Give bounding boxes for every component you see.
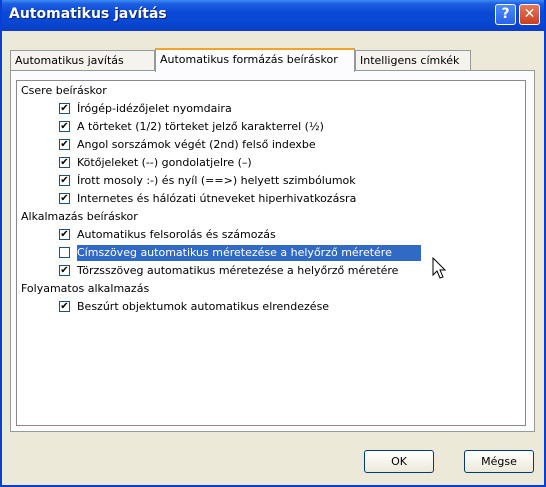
option-autofit-title[interactable]: Címszöveg automatikus méretezése a helyő…: [59, 245, 477, 261]
checkbox[interactable]: [59, 103, 70, 114]
mouse-pointer-icon: [432, 257, 447, 279]
checkbox[interactable]: [59, 247, 70, 258]
ok-button[interactable]: OK: [364, 450, 434, 473]
option-symbols[interactable]: Írott mosoly :-) és nyíl (==>) helyett s…: [59, 173, 477, 189]
checkbox[interactable]: [59, 139, 70, 150]
dialog-window: Automatikus javítás ? ✕ Automatikus javí…: [0, 0, 546, 487]
option-auto-layout-objects[interactable]: Beszúrt objektumok automatikus elrendezé…: [59, 299, 477, 315]
close-button[interactable]: ✕: [519, 4, 540, 25]
option-label: Angol sorszámok végét (2nd) felső indexb…: [77, 138, 316, 151]
group-label-apply: Alkalmazás beíráskor: [21, 210, 138, 223]
option-label: Beszúrt objektumok automatikus elrendezé…: [77, 300, 330, 313]
option-label: Írott mosoly :-) és nyíl (==>) helyett s…: [77, 174, 356, 187]
options-list: Csere beíráskor Írógép-idézőjelet nyomda…: [16, 80, 526, 426]
checkbox[interactable]: [59, 229, 70, 240]
checkbox[interactable]: [59, 175, 70, 186]
checkbox[interactable]: [59, 121, 70, 132]
checkbox[interactable]: [59, 193, 70, 204]
checkbox[interactable]: [59, 157, 70, 168]
option-label: Automatikus felsorolás és számozás: [77, 228, 276, 241]
option-label: Törzsszöveg automatikus méretezése a hel…: [77, 264, 399, 277]
tab-autocorrect[interactable]: Automatikus javítás: [10, 50, 155, 70]
option-ordinals-superscript[interactable]: Angol sorszámok végét (2nd) felső indexb…: [59, 137, 477, 153]
help-icon: ?: [501, 6, 510, 22]
checkbox[interactable]: [59, 265, 70, 276]
window-title: Automatikus javítás: [9, 6, 167, 22]
group-label-continuous: Folyamatos alkalmazás: [21, 282, 150, 295]
title-bar[interactable]: Automatikus javítás ? ✕: [2, 0, 544, 31]
tab-smart-tags[interactable]: Intelligens címkék: [355, 50, 471, 70]
option-hyperlinks[interactable]: Internetes és hálózati útneveket hiperhi…: [59, 191, 477, 207]
option-fractions[interactable]: A törteket (1/2) törteket jelző karakter…: [59, 119, 477, 135]
cancel-button[interactable]: Mégse: [464, 450, 534, 473]
option-label: Internetes és hálózati útneveket hiperhi…: [77, 192, 357, 205]
option-label: Címszöveg automatikus méretezése a helyő…: [77, 245, 421, 261]
group-label-replace: Csere beíráskor: [21, 84, 107, 97]
option-autofit-body[interactable]: Törzsszöveg automatikus méretezése a hel…: [59, 263, 477, 279]
option-auto-bullets-numbering[interactable]: Automatikus felsorolás és számozás: [59, 227, 477, 243]
option-label: Kötőjeleket (--) gondolatjelre (–): [77, 156, 252, 169]
checkbox[interactable]: [59, 301, 70, 312]
option-smart-quotes[interactable]: Írógép-idézőjelet nyomdaira: [59, 101, 477, 117]
option-dashes[interactable]: Kötőjeleket (--) gondolatjelre (–): [59, 155, 477, 171]
help-button[interactable]: ?: [495, 4, 516, 25]
option-label: Írógép-idézőjelet nyomdaira: [77, 102, 232, 115]
option-label: A törteket (1/2) törteket jelző karakter…: [77, 120, 324, 133]
tab-autoformat-as-you-type[interactable]: Automatikus formázás beíráskor: [155, 48, 355, 72]
close-icon: ✕: [523, 6, 536, 22]
